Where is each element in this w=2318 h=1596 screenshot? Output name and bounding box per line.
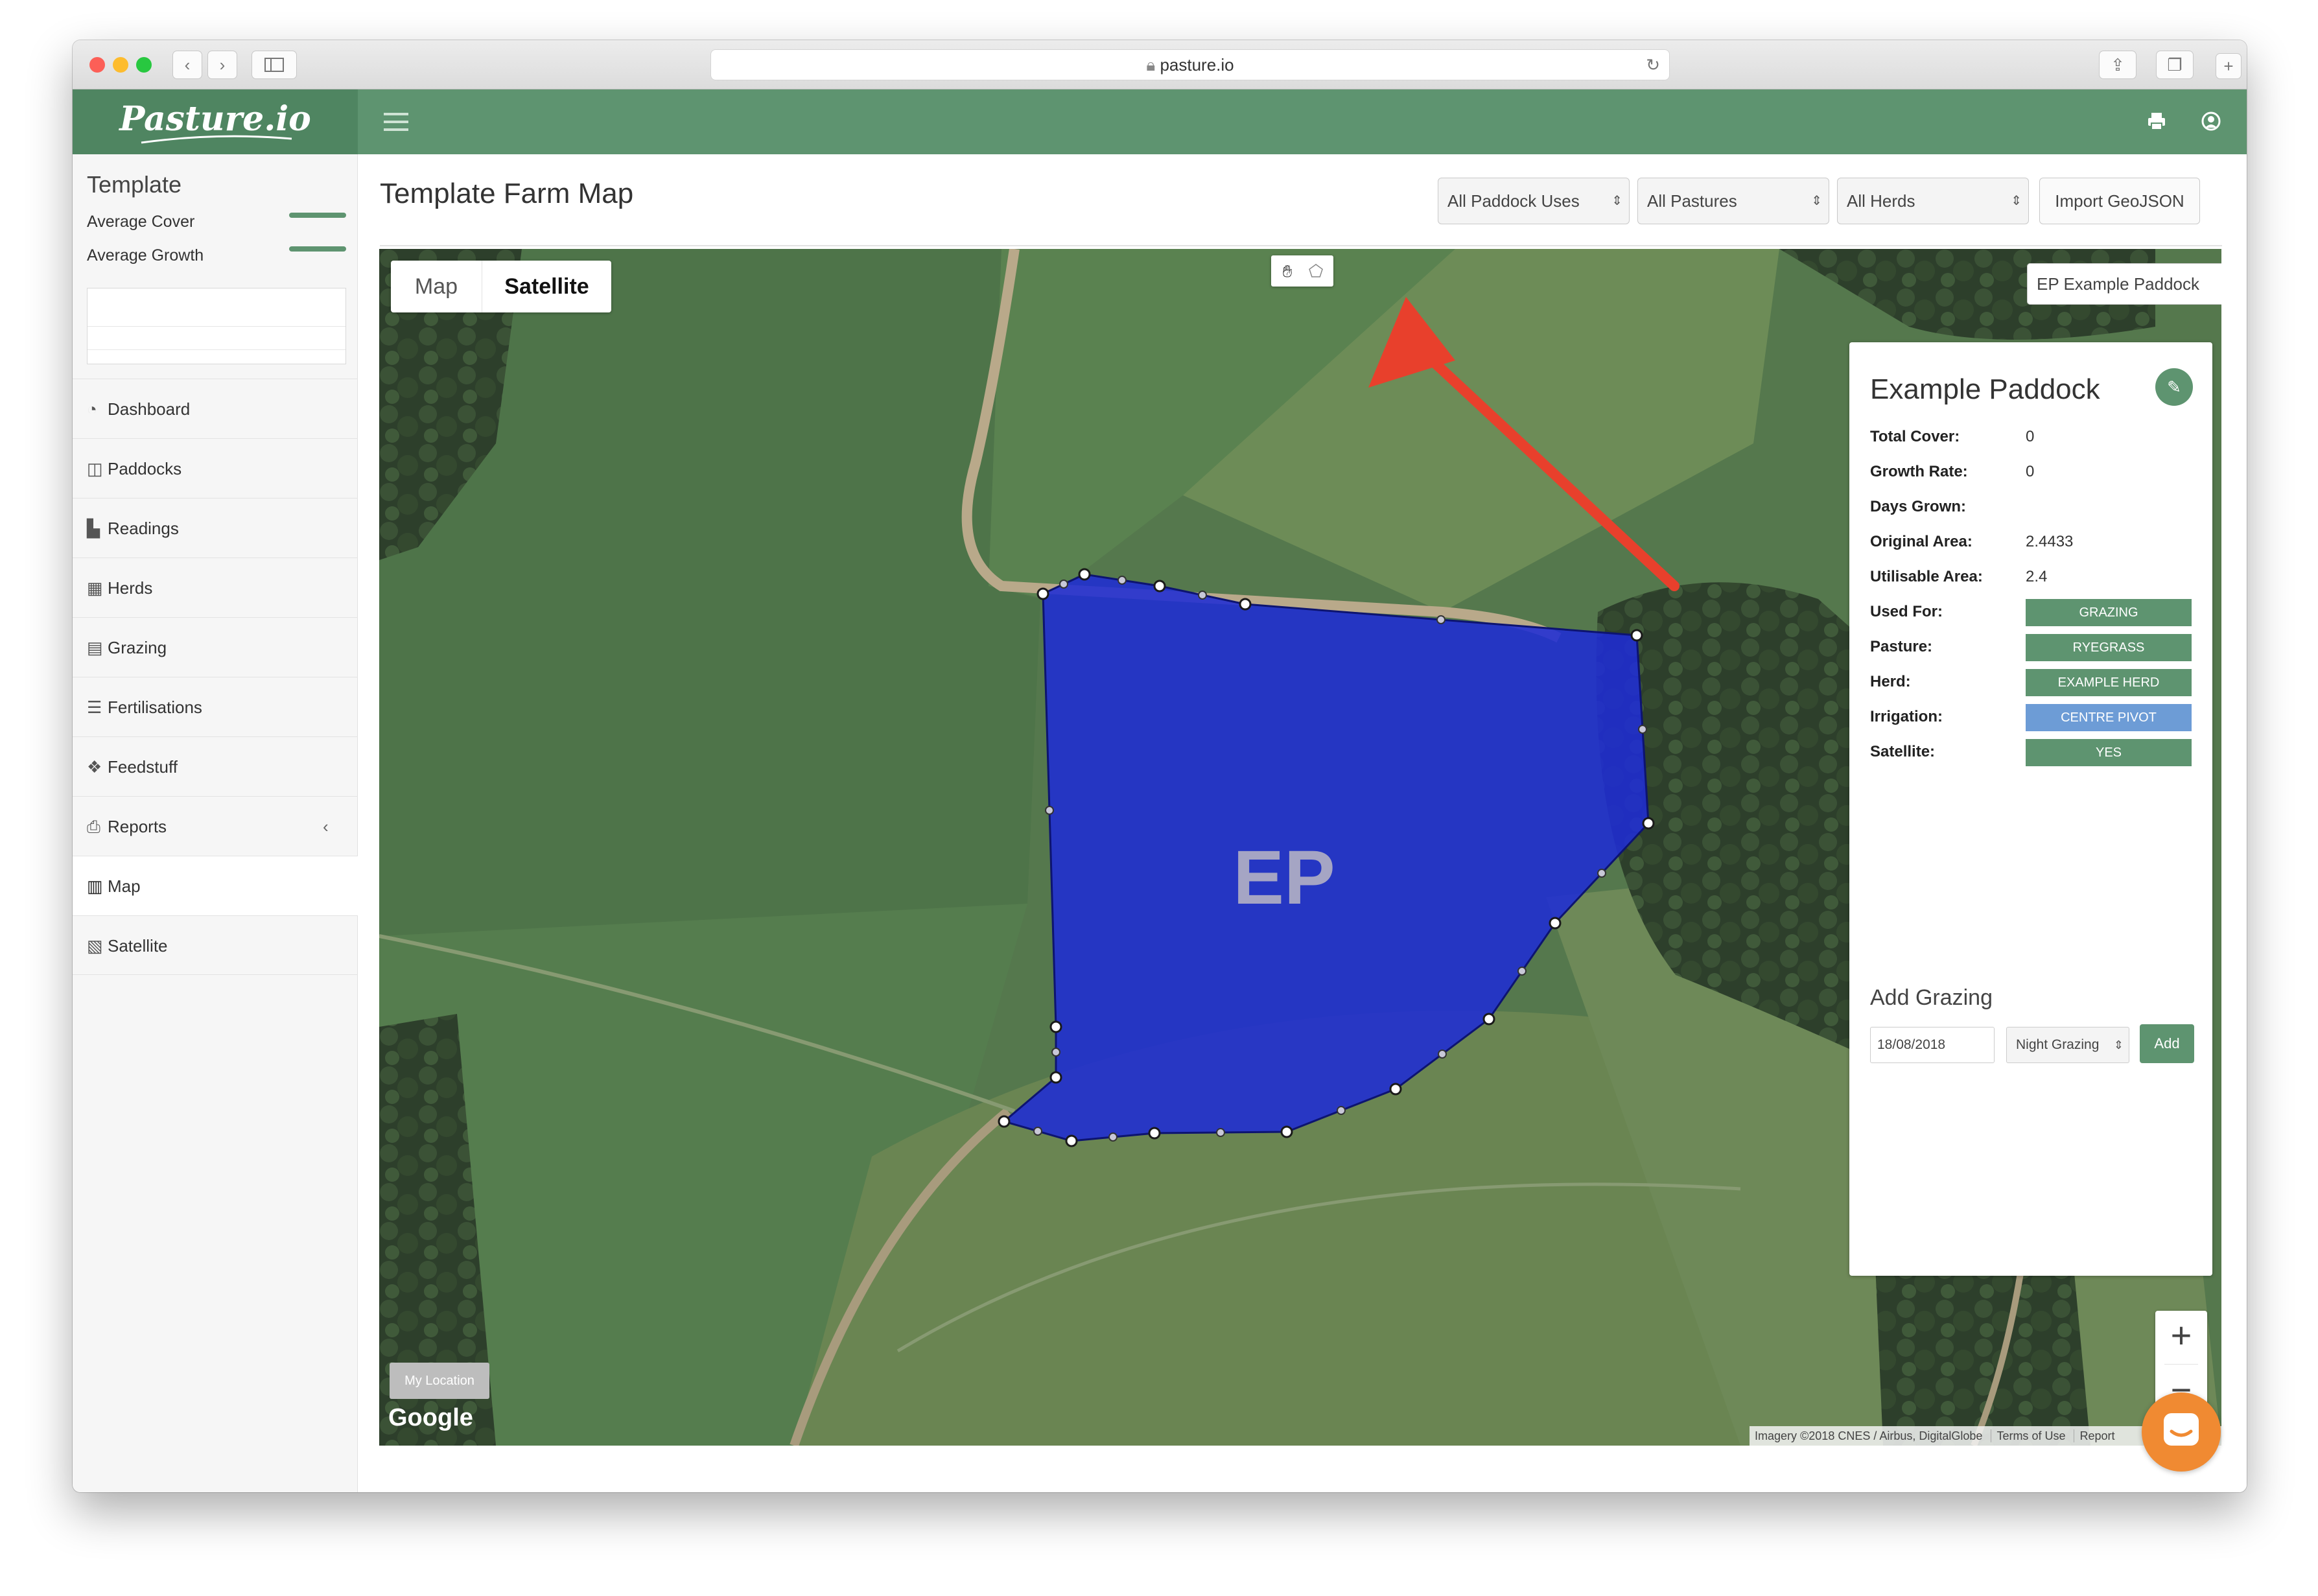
grid-icon: ▦	[87, 578, 103, 598]
tab-map[interactable]: Map	[391, 261, 482, 312]
nav-readings[interactable]: ▙ Readings	[73, 498, 358, 557]
days-grown-label: Days Grown:	[1870, 498, 1967, 515]
edit-paddock-icon[interactable]: ✎	[2155, 368, 2193, 406]
farm-name: Template	[87, 171, 182, 198]
herd-badge: EXAMPLE HERD	[2026, 669, 2192, 696]
nav-map[interactable]: ▥ Map	[73, 856, 358, 915]
print-icon: ⎙	[87, 817, 100, 836]
print-icon[interactable]	[2147, 111, 2166, 134]
utilisable-area-label: Utilisable Area:	[1870, 568, 1983, 585]
minimize-window-icon[interactable]	[113, 57, 128, 73]
paddocks-icon: ◫	[87, 459, 103, 478]
nav-paddocks[interactable]: ◫ Paddocks	[73, 438, 358, 498]
grazing-type-select[interactable]: Night Grazing ⇕	[2006, 1027, 2129, 1063]
total-cover-value: 0	[2026, 428, 2035, 445]
lock-icon: 🔒︎	[1146, 55, 1156, 75]
select-arrows-icon: ⇕	[1611, 194, 1622, 208]
draw-polygon-icon[interactable]: ⬠	[1304, 259, 1328, 283]
sidebar: Template Average Cover Average Growth ◔ D…	[73, 154, 358, 1492]
paddock-select-field[interactable]: EP Example Paddock ⇕	[2027, 263, 2221, 305]
bar-chart-icon: ▙	[87, 519, 100, 538]
reload-icon[interactable]: ↻	[1646, 50, 1660, 80]
google-logo: Google	[388, 1404, 473, 1431]
maximize-window-icon[interactable]	[136, 57, 152, 73]
satellite-label: Satellite:	[1870, 743, 1936, 760]
map-icon: ▥	[87, 876, 103, 896]
browser-window: ‹ › 🔒︎ pasture.io ↻ ⇪ ❐ + Pasture.io Tem…	[73, 40, 2247, 1492]
total-cover-label: Total Cover:	[1870, 428, 1960, 445]
pasture-badge: RYEGRASS	[2026, 634, 2192, 661]
utilisable-area-value: 2.4	[2026, 568, 2048, 585]
average-growth-bar	[289, 246, 346, 252]
average-growth-label: Average Growth	[87, 246, 204, 264]
address-bar[interactable]: 🔒︎ pasture.io ↻	[710, 49, 1670, 80]
nav-dashboard[interactable]: ◔ Dashboard	[73, 379, 358, 438]
herd-label: Herd:	[1870, 673, 1911, 690]
tabs-icon[interactable]: ❐	[2156, 51, 2194, 79]
image-icon: ▧	[87, 936, 103, 956]
add-grazing-button[interactable]: Add	[2140, 1024, 2194, 1063]
nav-satellite[interactable]: ▧ Satellite	[73, 915, 358, 975]
forward-icon[interactable]: ›	[207, 51, 237, 79]
page-title: Template Farm Map	[380, 178, 634, 209]
pan-hand-icon[interactable]: ✋︎	[1275, 259, 1300, 283]
report-link[interactable]: Report	[2074, 1429, 2115, 1442]
chat-launcher-button[interactable]	[2142, 1392, 2221, 1472]
average-cover-bar	[289, 213, 346, 218]
user-account-icon[interactable]	[2201, 111, 2221, 134]
logo-swoosh	[141, 135, 292, 144]
nav-reports[interactable]: ⎙ Reports ‹	[73, 796, 358, 856]
close-window-icon[interactable]	[89, 57, 105, 73]
pasture-label: Pasture:	[1870, 638, 1933, 655]
select-arrows-icon: ⇕	[1811, 194, 1822, 208]
list-icon: ☰	[87, 698, 102, 717]
back-icon[interactable]: ‹	[172, 51, 202, 79]
import-geojson-button[interactable]: Import GeoJSON	[2039, 178, 2200, 224]
chevron-left-icon: ‹	[323, 817, 329, 836]
satellite-badge: YES	[2026, 739, 2192, 766]
stats-chart-box	[87, 288, 346, 364]
drawing-toolbar: ✋︎ ⬠	[1271, 255, 1333, 287]
map-type-toggle: Map Satellite	[391, 261, 611, 312]
hamburger-menu-icon[interactable]	[384, 111, 408, 135]
add-grazing-heading: Add Grazing	[1870, 985, 1993, 1010]
growth-rate-label: Growth Rate:	[1870, 463, 1968, 480]
url-text: pasture.io	[1160, 55, 1234, 75]
nav-fertilisations[interactable]: ☰ Fertilisations	[73, 677, 358, 736]
dashboard-icon: ◔	[87, 399, 97, 419]
paddock-info-panel: Example Paddock ✎ Total Cover: 0 Growth …	[1849, 342, 2212, 1276]
irrigation-badge: CENTRE PIVOT	[2026, 704, 2192, 731]
used-for-label: Used For:	[1870, 603, 1943, 620]
average-cover-label: Average Cover	[87, 213, 195, 231]
irrigation-label: Irrigation:	[1870, 708, 1943, 725]
share-icon[interactable]: ⇪	[2099, 51, 2137, 79]
grazing-date-input[interactable]: 18/08/2018	[1870, 1027, 1995, 1063]
nav-feedstuff[interactable]: ❖ Feedstuff	[73, 736, 358, 796]
paddock-uses-select[interactable]: All Paddock Uses ⇕	[1438, 178, 1630, 224]
pastures-select[interactable]: All Pastures ⇕	[1637, 178, 1829, 224]
tab-satellite[interactable]: Satellite	[482, 261, 611, 312]
original-area-value: 2.4433	[2026, 533, 2074, 550]
herds-select[interactable]: All Herds ⇕	[1837, 178, 2029, 224]
nav-grazing[interactable]: ▤ Grazing	[73, 617, 358, 677]
used-for-badge: GRAZING	[2026, 599, 2192, 626]
imagery-credit: Imagery ©2018 CNES / Airbus, DigitalGlob…	[1755, 1429, 1983, 1442]
new-tab-icon[interactable]: +	[2216, 53, 2242, 79]
app-logo[interactable]: Pasture.io	[73, 89, 358, 154]
sidebar-toggle-icon[interactable]	[252, 51, 297, 79]
growth-rate-value: 0	[2026, 463, 2035, 480]
cubes-icon: ❖	[87, 757, 102, 777]
app-header: Pasture.io	[73, 89, 2247, 154]
paddock-info-title: Example Paddock	[1870, 373, 2100, 405]
terms-of-use-link[interactable]: Terms of Use	[1991, 1429, 2071, 1442]
browser-titlebar: ‹ › 🔒︎ pasture.io ↻ ⇪ ❐ +	[73, 40, 2247, 89]
original-area-label: Original Area:	[1870, 533, 1973, 550]
zoom-in-icon[interactable]: +	[2155, 1311, 2207, 1363]
my-location-button[interactable]: My Location	[390, 1363, 489, 1399]
select-arrows-icon: ⇕	[2113, 1039, 2124, 1051]
chat-icon	[2164, 1413, 2199, 1446]
calendar-icon: ▤	[87, 638, 103, 657]
nav-herds[interactable]: ▦ Herds	[73, 557, 358, 617]
select-arrows-icon: ⇕	[2011, 194, 2022, 208]
